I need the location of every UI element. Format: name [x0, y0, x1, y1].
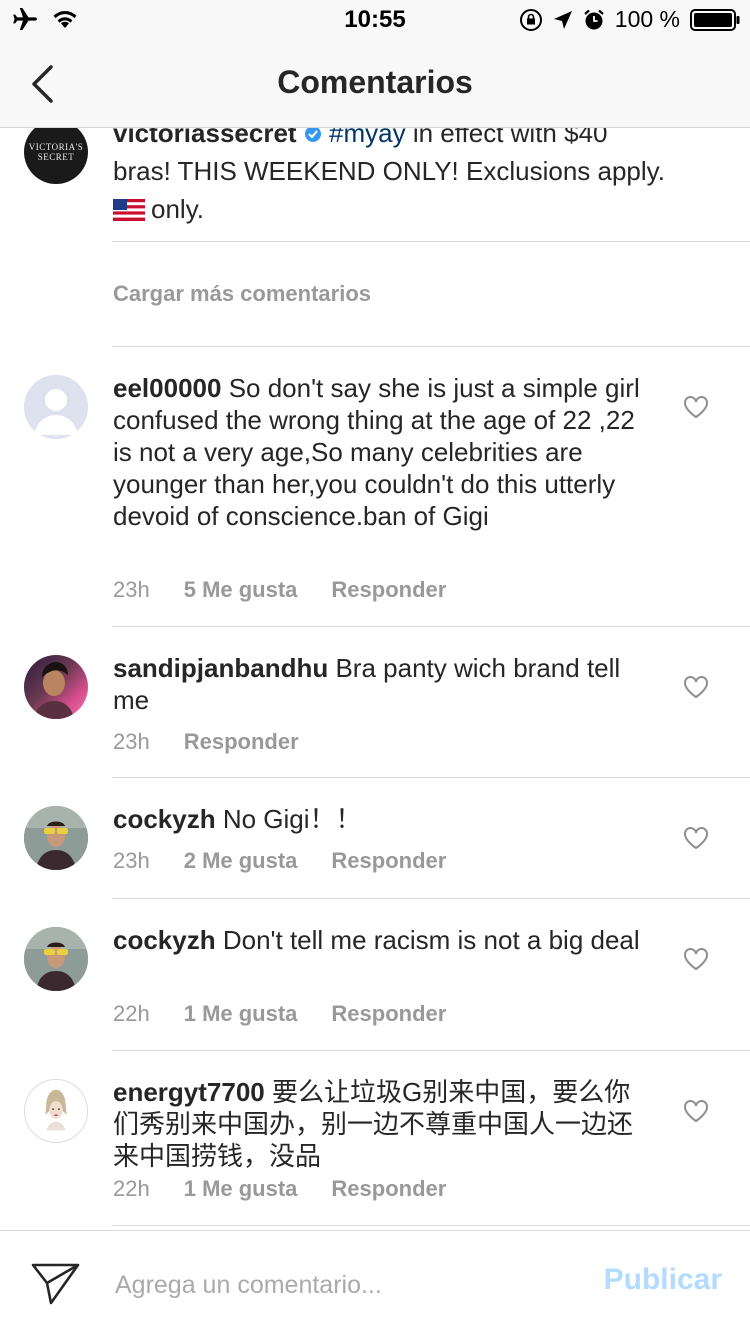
us-flag-icon: [113, 199, 145, 221]
divider: [112, 1225, 750, 1226]
battery-percentage: 100 %: [614, 6, 680, 32]
reply-button[interactable]: Responder: [331, 1176, 446, 1202]
load-more-comments-button[interactable]: Cargar más comentarios: [113, 281, 371, 307]
comment-item: cockyzh Don't tell me racism is not a bi…: [0, 899, 750, 1051]
comment-input[interactable]: [115, 1265, 575, 1305]
heart-icon[interactable]: [683, 947, 709, 971]
avatar[interactable]: VICTORIA'S SECRET: [24, 120, 88, 184]
comment-item: sandipjanbandhu Bra panty wich brand tel…: [0, 627, 750, 777]
reply-button[interactable]: Responder: [184, 729, 299, 755]
page-title: Comentarios: [277, 64, 473, 100]
likes-count[interactable]: 2 Me gusta: [184, 848, 298, 874]
user-photo-icon: [34, 662, 74, 719]
comment-username[interactable]: energyt7700: [113, 1077, 265, 1107]
avatar[interactable]: [24, 927, 88, 991]
comment-meta: 23h 5 Me gusta Responder: [113, 577, 446, 603]
comment-username[interactable]: cockyzh: [113, 925, 216, 955]
user-photo-icon: [24, 806, 88, 870]
avatar[interactable]: [24, 806, 88, 870]
avatar[interactable]: [24, 375, 88, 439]
caption-line2: bras! THIS WEEKEND ONLY! Exclusions appl…: [113, 156, 665, 186]
comment-item: eel00000 So don't say she is just a simp…: [0, 347, 750, 627]
comment-meta: 22h 1 Me gusta Responder: [113, 1001, 446, 1027]
comment-body: Don't tell me racism is not a big deal: [222, 925, 640, 955]
avatar[interactable]: [24, 1079, 88, 1143]
comment-username[interactable]: cockyzh: [113, 804, 216, 834]
alarm-icon: [584, 9, 604, 29]
location-icon: [553, 10, 572, 29]
comment-composer: Publicar: [0, 1230, 750, 1334]
caption-text: victoriassecret #myay in effect with $40…: [113, 114, 728, 228]
orientation-lock-icon: [519, 8, 542, 31]
user-photo-icon: [24, 927, 88, 991]
avatar-logo-text-2: SECRET: [37, 152, 75, 162]
publish-button[interactable]: Publicar: [604, 1263, 722, 1297]
comment-time: 22h: [113, 1176, 150, 1201]
caption-line3: only.: [151, 194, 204, 224]
comment-time: 22h: [113, 1001, 150, 1026]
reply-button[interactable]: Responder: [331, 1001, 446, 1027]
comment-time: 23h: [113, 577, 150, 602]
comment-meta: 23h Responder: [113, 729, 299, 755]
likes-count[interactable]: 5 Me gusta: [184, 577, 298, 603]
comment-meta: 22h 1 Me gusta Responder: [113, 1176, 446, 1202]
comment-username[interactable]: sandipjanbandhu: [113, 653, 328, 683]
comment-text: cockyzh No Gigi！！: [113, 803, 643, 835]
avatar-logo-text: VICTORIA'S: [28, 142, 84, 152]
battery-icon: [690, 8, 740, 31]
status-bar: 10:55 100 %: [0, 0, 750, 40]
divider: [112, 241, 750, 242]
heart-icon[interactable]: [683, 395, 709, 419]
comment-username[interactable]: eel00000: [113, 373, 221, 403]
comment-item: cockyzh No Gigi！！ 23h 2 Me gusta Respond…: [0, 778, 750, 898]
reply-button[interactable]: Responder: [331, 577, 446, 603]
avatar[interactable]: [24, 655, 88, 719]
comment-body: No Gigi！！: [222, 804, 362, 834]
comment-text: eel00000 So don't say she is just a simp…: [113, 372, 643, 532]
comment-text: energyt7700 要么让垃圾G别来中国，要么你们秀别来中国办，别一边不尊重…: [113, 1076, 643, 1172]
likes-count[interactable]: 1 Me gusta: [184, 1001, 298, 1027]
comment-text: sandipjanbandhu Bra panty wich brand tel…: [113, 652, 643, 716]
comment-meta: 23h 2 Me gusta Responder: [113, 848, 446, 874]
default-avatar-icon: [24, 375, 88, 439]
direct-send-icon[interactable]: [30, 1261, 82, 1307]
heart-icon[interactable]: [683, 826, 709, 850]
comment-time: 23h: [113, 848, 150, 873]
reply-button[interactable]: Responder: [331, 848, 446, 874]
navigation-bar: Comentarios: [0, 40, 750, 128]
comment-text: cockyzh Don't tell me racism is not a bi…: [113, 924, 643, 956]
user-illustration-icon: [25, 1080, 87, 1142]
comment-item: energyt7700 要么让垃圾G别来中国，要么你们秀别来中国办，别一边不尊重…: [0, 1051, 750, 1226]
comment-time: 23h: [113, 729, 150, 754]
likes-count[interactable]: 1 Me gusta: [184, 1176, 298, 1202]
heart-icon[interactable]: [683, 1099, 709, 1123]
heart-icon[interactable]: [683, 675, 709, 699]
